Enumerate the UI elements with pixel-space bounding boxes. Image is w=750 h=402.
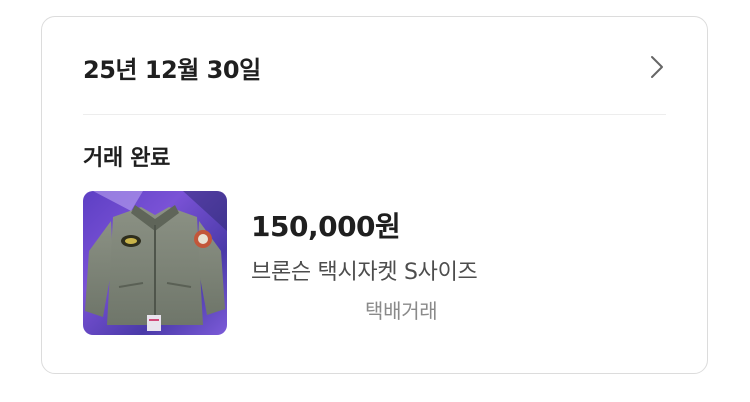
divider <box>83 114 666 115</box>
transaction-date-row[interactable]: 25년 12월 30일 <box>42 17 707 115</box>
product-price: 150,000원 <box>251 210 401 243</box>
product-title: 브론슨 택시자켓 S사이즈 <box>251 260 478 285</box>
product-item[interactable]: 150,000원 브론슨 택시자켓 S사이즈 택배거래 <box>83 191 663 337</box>
transaction-card: 25년 12월 30일 거래 완료 150,000원 브론슨 택시자켓 S사이즈… <box>41 16 708 374</box>
transaction-status: 거래 완료 <box>83 146 171 171</box>
transaction-date: 25년 12월 30일 <box>83 56 261 84</box>
product-thumbnail[interactable] <box>83 191 227 335</box>
jacket-photo-icon <box>83 191 227 335</box>
chevron-right-icon[interactable] <box>646 53 668 81</box>
delivery-method: 택배거래 <box>365 299 438 323</box>
